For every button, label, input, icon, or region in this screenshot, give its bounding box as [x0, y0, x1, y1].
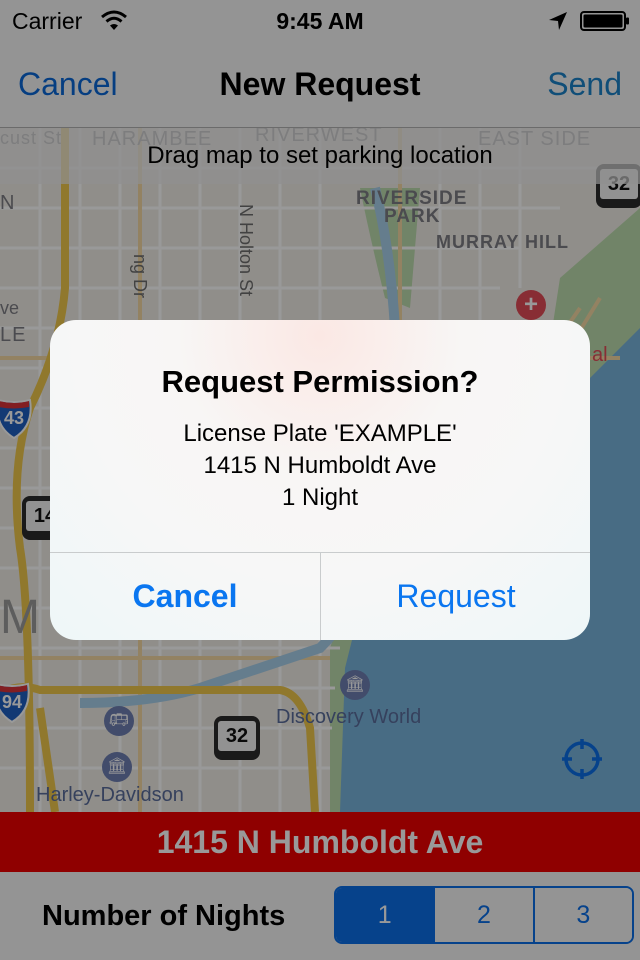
- alert-title: Request Permission?: [161, 364, 479, 399]
- alert-request-button[interactable]: Request: [321, 553, 590, 640]
- alert-cancel-button[interactable]: Cancel: [50, 553, 320, 640]
- request-permission-alert: Request Permission? License Plate 'EXAMP…: [50, 320, 590, 640]
- alert-nights: 1 Night: [281, 484, 359, 511]
- alert-address: 1415 N Humboldt Ave: [203, 452, 437, 479]
- alert-license-plate: License Plate 'EXAMPLE': [183, 420, 457, 447]
- alert-message: License Plate 'EXAMPLE' 1415 N Humboldt …: [50, 418, 590, 514]
